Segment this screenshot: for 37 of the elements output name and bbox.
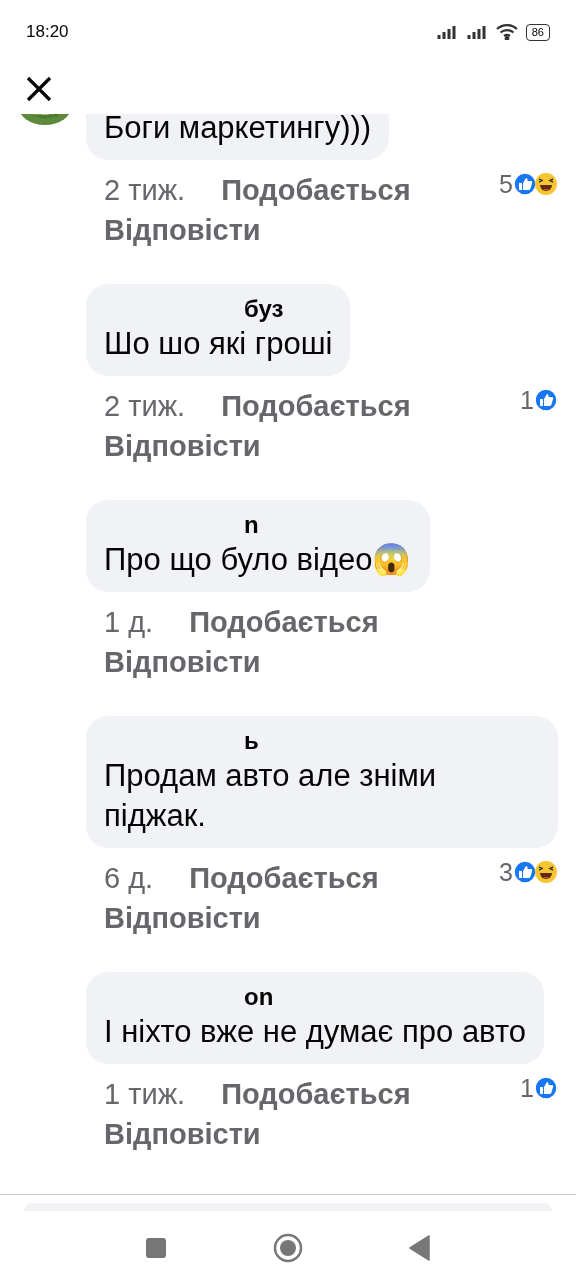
author-name: ь [243,726,259,756]
comment-time: 6 д. [104,861,154,896]
reaction-count: 1 [520,385,534,416]
comment-time: 2 тиж. [104,173,186,208]
back-icon[interactable] [409,1235,431,1261]
recents-icon[interactable] [145,1237,167,1259]
like-link[interactable]: Подобається [221,1074,411,1114]
reply-link[interactable]: Відповісти [104,642,261,682]
like-link[interactable]: Подобається [221,386,411,426]
reply-link[interactable]: Відповісти [104,426,261,466]
reaction-count: 1 [520,1073,534,1104]
comment-text: Шо шо які гроші [104,325,333,363]
comment-text: Про що було відео😱 [104,541,412,579]
like-link[interactable]: Подобається [189,602,379,642]
author-name: n [243,510,259,540]
clock-time: 18:20 [26,21,69,44]
reply-link[interactable]: Відповісти [104,210,261,250]
reply-link[interactable]: Відповісти [104,1114,261,1154]
signal-icon [435,25,458,39]
signal-icon [465,25,488,39]
comment-text: І ніхто вже не думає про авто [104,1013,526,1051]
comment-text: Боги маркетингу))) [104,114,372,147]
close-icon[interactable] [26,76,52,102]
reaction-count: 3 [499,857,513,888]
comment-time: 1 тиж. [104,1077,186,1112]
home-icon[interactable] [273,1233,303,1263]
wifi-icon [495,24,518,40]
like-link[interactable]: Подобається [189,858,379,898]
author-name: on [243,982,274,1012]
comment-text: Продам авто але зніми піджак. [104,757,438,835]
battery-icon: 86 [525,23,550,41]
comment-time: 2 тиж. [104,389,186,424]
comment-time: 1 д. [104,605,154,640]
reaction-count: 5 [499,169,513,200]
author-name: буз [243,294,284,324]
like-link[interactable]: Подобається [221,170,411,210]
reply-link[interactable]: Відповісти [104,898,261,938]
